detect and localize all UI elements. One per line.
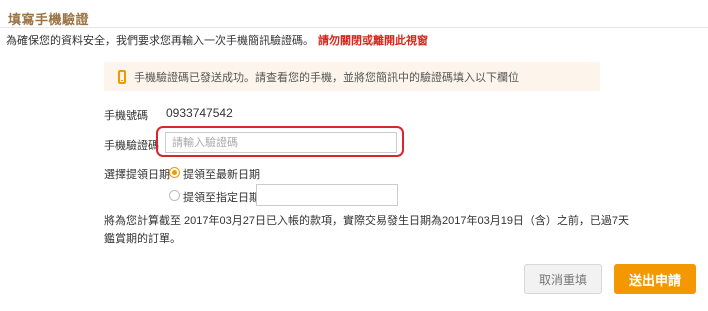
mobile-phone-icon — [118, 69, 126, 84]
radio-latest-date[interactable] — [169, 167, 180, 178]
phone-number-label: 手機號碼 — [104, 110, 148, 122]
intro-text: 為確保您的資料安全，我們要求您再輸入一次手機簡訊驗證碼。 請勿關閉或離開此視窗 — [6, 32, 428, 48]
calculation-info: 將為您計算截至 2017年03月27日已入帳的款項，實際交易發生日期為2017年… — [104, 215, 630, 245]
submit-button[interactable]: 送出申請 — [614, 264, 696, 294]
intro-warning: 請勿關閉或離開此視窗 — [318, 35, 428, 47]
verification-code-label: 手機驗證碼 — [104, 140, 159, 152]
radio-latest-date-label[interactable]: 提領至最新日期 — [183, 166, 260, 182]
page-title: 填寫手機驗證 — [8, 12, 90, 27]
radio-specified-date-label[interactable]: 提領至指定日期 — [183, 189, 260, 205]
cancel-button[interactable]: 取消重填 — [524, 264, 602, 294]
sms-sent-notice: 手機驗證碼已發送成功。請查看您的手機，並將您簡訊中的驗證碼填入以下欄位 — [104, 62, 600, 91]
verification-code-input[interactable] — [165, 132, 397, 153]
title-divider — [0, 27, 708, 28]
intro-message: 為確保您的資料安全，我們要求您再輸入一次手機簡訊驗證碼。 — [6, 35, 314, 47]
withdraw-date-label: 選擇提領日期 — [104, 169, 170, 181]
notice-text: 手機驗證碼已發送成功。請查看您的手機，並將您簡訊中的驗證碼填入以下欄位 — [134, 71, 519, 84]
phone-number-value: 0933747542 — [166, 106, 233, 120]
radio-specified-date[interactable] — [169, 190, 180, 201]
specified-date-input[interactable] — [256, 184, 398, 206]
